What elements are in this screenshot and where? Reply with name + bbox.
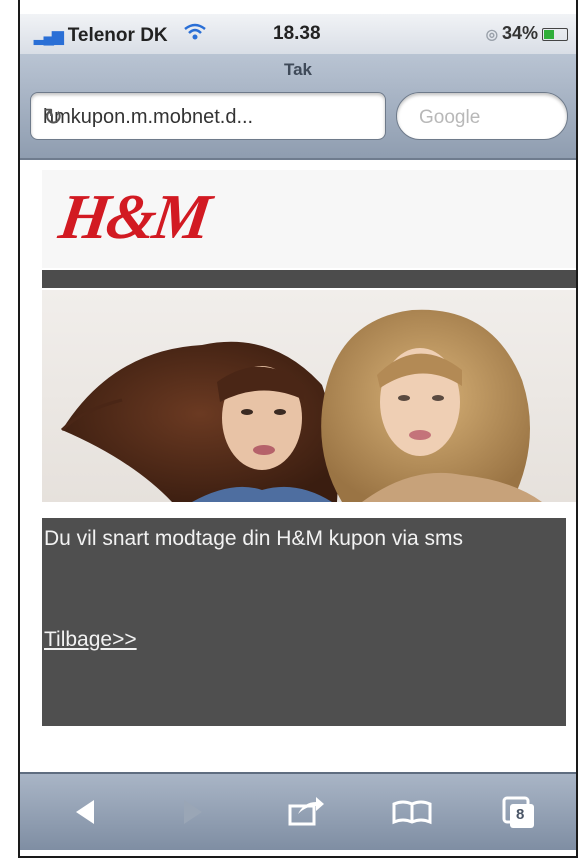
- browser-nav-bar: Tak hmkupon.m.mobnet.d... ↻ Google: [20, 54, 576, 160]
- page-title: Tak: [283, 60, 313, 79]
- forward-arrow-icon[interactable]: [170, 792, 214, 832]
- carrier-group: ▂▄▆ Telenor DK: [34, 23, 207, 47]
- reload-icon[interactable]: ↻: [43, 103, 375, 132]
- search-placeholder: Google: [419, 107, 481, 128]
- share-icon[interactable]: [282, 792, 326, 832]
- signal-icon: ▂▄▆: [34, 28, 64, 45]
- back-arrow-icon[interactable]: [64, 792, 108, 832]
- header-divider-bar: [42, 270, 576, 288]
- confirmation-panel: Du vil snart modtage din H&M kupon via s…: [42, 518, 566, 726]
- hero-image: [42, 290, 576, 502]
- battery-icon: [542, 27, 568, 41]
- back-link[interactable]: Tilbage>>: [44, 628, 137, 652]
- phone-screen: ▂▄▆ Telenor DK 18.38 ◎ 34% Tak hmkupon.m.m…: [18, 0, 578, 858]
- search-input[interactable]: Google: [396, 92, 568, 140]
- url-field[interactable]: hmkupon.m.mobnet.d... ↻: [30, 92, 386, 140]
- confirmation-message: Du vil snart modtage din H&M kupon via s…: [44, 527, 464, 550]
- hm-logo: H&M: [55, 181, 213, 252]
- bookmarks-icon[interactable]: [390, 792, 434, 832]
- wifi-icon: [183, 23, 207, 47]
- battery-percent: 34%: [501, 23, 538, 43]
- status-time: 18.38: [273, 23, 321, 44]
- tabs-icon[interactable]: 8: [498, 792, 542, 832]
- status-bar: ▂▄▆ Telenor DK 18.38 ◎ 34%: [20, 14, 576, 54]
- lock-icon: ◎: [485, 26, 498, 42]
- carrier-name: Telenor DK: [67, 25, 168, 46]
- tabs-count: 8: [516, 806, 525, 823]
- battery-group: ◎ 34%: [486, 23, 568, 44]
- browser-toolbar: 8: [20, 772, 576, 850]
